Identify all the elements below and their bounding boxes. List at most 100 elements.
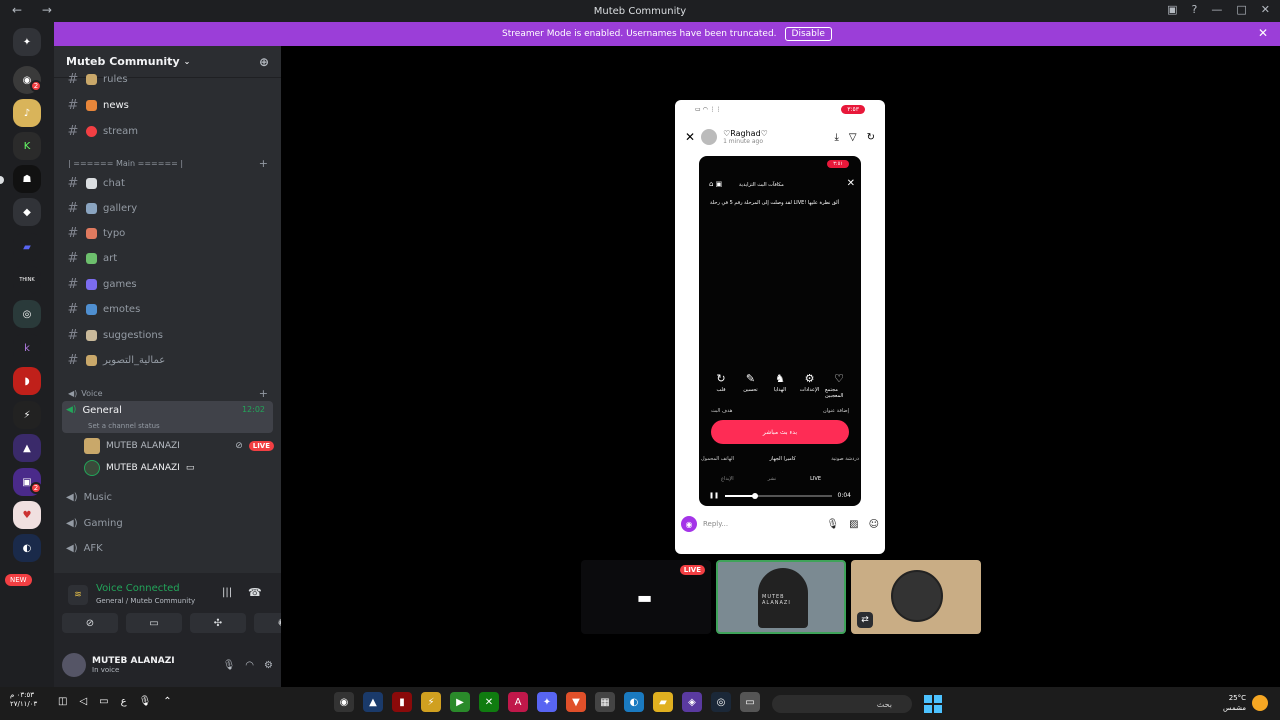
camera-off-button[interactable]: ⊘ (62, 613, 118, 633)
user-name[interactable]: MUTEB ALANAZI (92, 656, 175, 666)
close-banner-icon[interactable]: ✕ (1258, 26, 1268, 40)
discord-home-icon[interactable]: ✦ (13, 28, 41, 56)
voice-user[interactable]: MUTEB ALANAZI ▭ (84, 459, 274, 477)
clock[interactable]: ٠٣:٥٣ م ٢٧/١١/٠٣ (10, 691, 37, 709)
banner-text: Streamer Mode is enabled. Usernames have… (502, 29, 777, 39)
channel-photography[interactable]: # عمالية_التصوير (62, 349, 273, 371)
nav-arrows-icon[interactable]: ← → (12, 3, 60, 17)
channel-emoji-icon (86, 278, 97, 290)
store-icon[interactable]: ▦ (595, 692, 615, 712)
voice-channel-afk[interactable]: ◀) AFK (62, 537, 273, 559)
chat-icon[interactable]: ◫ (58, 696, 67, 707)
server-icon[interactable]: THINK (13, 266, 41, 294)
server-icon[interactable]: K (13, 132, 41, 160)
voice-channel-gaming[interactable]: ◀) Gaming (62, 512, 273, 534)
app-icon[interactable]: ▶ (450, 692, 470, 712)
server-icon[interactable]: ☗ (13, 165, 41, 193)
server-icon[interactable]: ◆ (13, 198, 41, 226)
channel-art[interactable]: # art (62, 247, 273, 269)
folder-icon[interactable]: ▰ (13, 233, 41, 261)
channel-emotes[interactable]: # emotes (62, 298, 273, 320)
share-screen-button[interactable]: ▭ (126, 613, 182, 633)
inbox-icon[interactable]: ▣ (1167, 3, 1177, 16)
voice-channel-music[interactable]: ◀) Music (62, 486, 273, 508)
add-channel-icon[interactable]: + (259, 387, 268, 400)
channel-stream[interactable]: # stream (62, 120, 273, 142)
voice-connected-title[interactable]: Voice Connected (96, 583, 180, 594)
server-icon[interactable]: ◎ (13, 300, 41, 328)
disable-button[interactable]: Disable (784, 27, 832, 41)
filter-icon[interactable]: ▽ (849, 132, 857, 143)
close-icon[interactable]: ✕ (685, 130, 695, 144)
participant-tile[interactable]: MUTEB ALANAZI (716, 560, 846, 634)
voice-user[interactable]: MUTEB ALANAZI ⊘ LIVE (84, 437, 274, 455)
channel-games[interactable]: # games (62, 273, 273, 295)
headphones-icon[interactable]: ◠ (245, 660, 254, 671)
channel-news[interactable]: # news (62, 94, 273, 116)
xbox-icon[interactable]: ✕ (479, 692, 499, 712)
server-icon[interactable]: ♪ (13, 99, 41, 127)
windows-start-icon[interactable] (924, 695, 942, 713)
display-icon[interactable]: ▭ (99, 696, 108, 707)
steam-icon[interactable]: ◎ (711, 692, 731, 712)
folder-icon[interactable]: ▰ (653, 692, 673, 712)
taskbar-search[interactable]: بحث (772, 695, 912, 713)
streamer-mode-banner: Streamer Mode is enabled. Usernames have… (54, 22, 1280, 46)
category-main[interactable]: | ====== Main ====== | + (68, 157, 268, 170)
maximize-icon[interactable]: □ (1236, 3, 1246, 16)
server-icon[interactable]: ◗ (13, 367, 41, 395)
voice-channel-general[interactable]: ◀) General 12:02 Set a channel status (62, 401, 273, 433)
app-icon[interactable]: ⚡ (421, 692, 441, 712)
edge-icon[interactable]: ◐ (624, 692, 644, 712)
chevron-up-icon[interactable]: ⌃ (163, 696, 171, 707)
microphone-icon[interactable]: 🎙 (139, 696, 152, 707)
history-icon[interactable]: ↻ (867, 132, 875, 143)
app-icon[interactable]: ◉ (334, 692, 354, 712)
server-icon[interactable]: ▲ (13, 434, 41, 462)
app-icon[interactable]: ▲ (363, 692, 383, 712)
channel-typo[interactable]: # typo (62, 222, 273, 244)
server-icon[interactable]: ◐ (13, 534, 41, 562)
avatar[interactable] (62, 653, 86, 677)
channel-suggestions[interactable]: # suggestions (62, 324, 273, 346)
add-member-icon[interactable]: ⊕ (259, 55, 269, 69)
weather[interactable]: 25°C مشمس (1223, 693, 1246, 713)
help-icon[interactable]: ? (1192, 3, 1198, 16)
channel-status[interactable]: Set a channel status (88, 422, 160, 430)
stream-tile[interactable]: LIVE ▬ (581, 560, 711, 634)
participant-tile[interactable]: ⇄ (851, 560, 981, 634)
minimize-icon[interactable]: — (1211, 3, 1222, 16)
server-icon[interactable]: ⚡ (13, 401, 41, 429)
app-icon[interactable]: ◈ (682, 692, 702, 712)
noise-icon[interactable]: ||| (222, 587, 232, 598)
app-icon[interactable]: ▮ (392, 692, 412, 712)
app-icon[interactable]: A (508, 692, 528, 712)
activities-button[interactable]: ✣ (190, 613, 246, 633)
channel-gallery[interactable]: # gallery (62, 197, 273, 219)
language-indicator[interactable]: ع (121, 696, 127, 707)
settings-gear-icon[interactable]: ⚙ (264, 660, 273, 671)
channel-chat[interactable]: # chat (62, 172, 273, 194)
channel-rules[interactable]: # rules (62, 72, 273, 87)
brave-icon[interactable]: ▼ (566, 692, 586, 712)
server-icon[interactable]: ♥ (13, 501, 41, 529)
app-icon[interactable]: ▭ (740, 692, 760, 712)
add-channel-icon[interactable]: + (259, 157, 268, 170)
channel-emoji-icon (86, 227, 97, 239)
window-controls[interactable]: ▣? — □ ✕ (1167, 3, 1270, 16)
clock-date: ٢٧/١١/٠٣ (10, 700, 38, 708)
option: ♞ الهدايا (766, 372, 794, 399)
channel-emoji-icon (86, 303, 97, 315)
volume-icon[interactable]: ◁ (79, 696, 87, 707)
server-icon[interactable]: k (13, 334, 41, 362)
voice-connected-subtitle[interactable]: General / Muteb Community (96, 597, 195, 605)
close-window-icon[interactable]: ✕ (1261, 3, 1270, 16)
close-icon: ✕ (846, 178, 855, 189)
microphone-icon[interactable]: 🎙 (223, 660, 236, 671)
category-voice[interactable]: ◀) Voice + (68, 387, 268, 400)
disconnect-icon[interactable]: ☎ (248, 586, 262, 599)
switch-icon[interactable]: ⇄ (857, 612, 873, 628)
channel-name: stream (103, 125, 139, 137)
download-icon[interactable]: ⤓ (834, 132, 838, 143)
discord-icon[interactable]: ✦ (537, 692, 557, 712)
